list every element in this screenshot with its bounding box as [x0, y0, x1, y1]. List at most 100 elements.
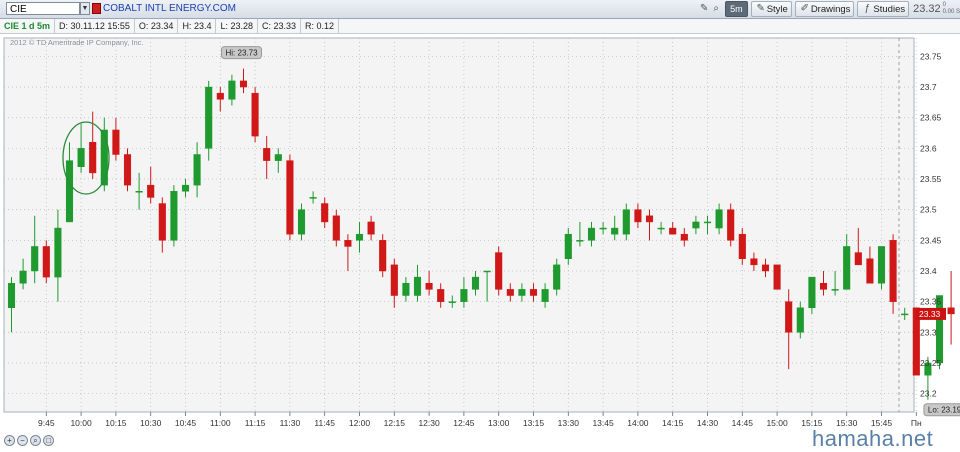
x-tick-label: 12:00 [349, 418, 371, 428]
candle-body[interactable] [170, 191, 178, 241]
candle-body[interactable] [413, 276, 422, 296]
candle-body[interactable] [355, 233, 364, 241]
candlestick-chart[interactable]: 23.2 23.25 23.3 23.35 23.4 23.45 23.5 23.55 23.6… [0, 34, 960, 451]
candle-body[interactable] [715, 209, 723, 229]
candle-body[interactable] [471, 276, 480, 290]
candle-body[interactable] [147, 184, 155, 198]
candle-body[interactable] [367, 221, 375, 235]
candle-body[interactable] [286, 160, 294, 235]
drawings-button[interactable]: ✐ Drawings [794, 1, 855, 17]
y-tick-label: 23.45 [920, 235, 942, 245]
zoom-fit-icon[interactable]: □ [43, 435, 54, 446]
candle-body[interactable] [379, 240, 387, 272]
candle-body[interactable] [112, 129, 120, 155]
candle-body[interactable] [425, 282, 433, 290]
candle-body[interactable] [750, 258, 758, 266]
candle-body[interactable] [529, 289, 538, 296]
candle-body[interactable] [634, 209, 642, 223]
candle-body[interactable] [321, 203, 329, 223]
candle-body[interactable] [773, 264, 781, 290]
candle-body[interactable] [761, 264, 770, 272]
candle-body[interactable] [553, 264, 561, 290]
candle-body[interactable] [158, 203, 166, 241]
candle-body[interactable] [54, 227, 62, 278]
candle-body[interactable] [390, 264, 398, 296]
candle-body[interactable] [669, 227, 677, 235]
x-tick-label: 11:45 [314, 418, 335, 428]
wrench-icon[interactable]: ✎ [698, 3, 710, 15]
candle-body[interactable] [344, 240, 352, 247]
candle-body[interactable] [460, 289, 468, 302]
candle-body[interactable] [622, 209, 630, 235]
candle-body[interactable] [703, 221, 712, 224]
zoom-out-icon[interactable]: − [17, 435, 28, 446]
candle-body[interactable] [506, 289, 514, 296]
candle-body[interactable] [193, 154, 201, 186]
candle-body[interactable] [831, 289, 839, 291]
symbol-dropdown-icon[interactable]: ▼ [80, 2, 90, 15]
link-color-icon[interactable] [92, 3, 101, 14]
candle-body[interactable] [228, 80, 236, 100]
candle-body[interactable] [785, 301, 793, 333]
candle-body[interactable] [42, 246, 50, 278]
candle-body[interactable] [680, 233, 688, 241]
candle-body[interactable] [692, 221, 700, 229]
candle-body[interactable] [216, 92, 224, 100]
candle-body[interactable] [100, 129, 108, 186]
candle-body[interactable] [77, 148, 85, 168]
candle-body[interactable] [263, 148, 271, 161]
zoom-in-icon[interactable]: + [4, 435, 15, 446]
candle-body[interactable] [947, 307, 955, 315]
candle-body[interactable] [796, 307, 804, 333]
period-button[interactable]: 5m [725, 1, 748, 17]
candle-body[interactable] [65, 160, 74, 223]
style-button[interactable]: ✎ Style [750, 1, 792, 17]
y-tick-label: 23.5 [920, 205, 937, 215]
candle-body[interactable] [611, 227, 619, 235]
candle-body[interactable] [437, 289, 445, 302]
symbol-input[interactable]: CIE [6, 2, 80, 15]
candle-body[interactable] [854, 252, 862, 266]
candle-body[interactable] [135, 191, 143, 193]
ohlc-info-bar: CIE 1 d 5m D: 30.11.12 15:55 O: 23.34 H:… [0, 19, 960, 34]
candle-body[interactable] [866, 258, 874, 284]
candle-body[interactable] [123, 154, 132, 186]
candle-body[interactable] [576, 240, 584, 242]
candle-body[interactable] [274, 154, 282, 161]
candle-body[interactable] [309, 197, 317, 199]
candle-body[interactable] [587, 227, 596, 241]
candle-body[interactable] [645, 215, 654, 223]
candle-body[interactable] [205, 86, 213, 149]
candle-body[interactable] [31, 246, 39, 272]
candle-body[interactable] [599, 227, 607, 230]
high-tag-label: Hi: 23.73 [226, 49, 259, 58]
candle-body[interactable] [564, 233, 572, 259]
candle-body[interactable] [889, 240, 897, 302]
candle-body[interactable] [332, 215, 340, 241]
candle-body[interactable] [181, 184, 190, 192]
candle-body[interactable] [657, 227, 665, 230]
candle-body[interactable] [518, 289, 526, 296]
candle-body[interactable] [89, 141, 97, 174]
magnify-icon[interactable]: ⌕ [30, 435, 41, 446]
candle-body[interactable] [877, 246, 886, 284]
studies-button[interactable]: ƒ Studies [857, 1, 910, 17]
magnifier-icon[interactable]: ⌕ [710, 3, 722, 15]
candle-body[interactable] [7, 282, 16, 309]
candle-body[interactable] [541, 289, 549, 302]
x-tick-label: 10:15 [105, 418, 127, 428]
candle-body[interactable] [727, 209, 735, 241]
candle-body[interactable] [19, 270, 27, 284]
candle-body[interactable] [483, 270, 491, 273]
candle-body[interactable] [901, 313, 909, 316]
candle-body[interactable] [808, 276, 816, 309]
candle-body[interactable] [297, 209, 306, 235]
candle-body[interactable] [819, 282, 828, 290]
candle-body[interactable] [738, 233, 746, 259]
candle-body[interactable] [251, 92, 259, 137]
candle-body[interactable] [843, 246, 851, 290]
candle-body[interactable] [239, 80, 248, 88]
candle-body[interactable] [402, 282, 410, 296]
candle-body[interactable] [448, 301, 456, 303]
candle-body[interactable] [495, 252, 503, 290]
